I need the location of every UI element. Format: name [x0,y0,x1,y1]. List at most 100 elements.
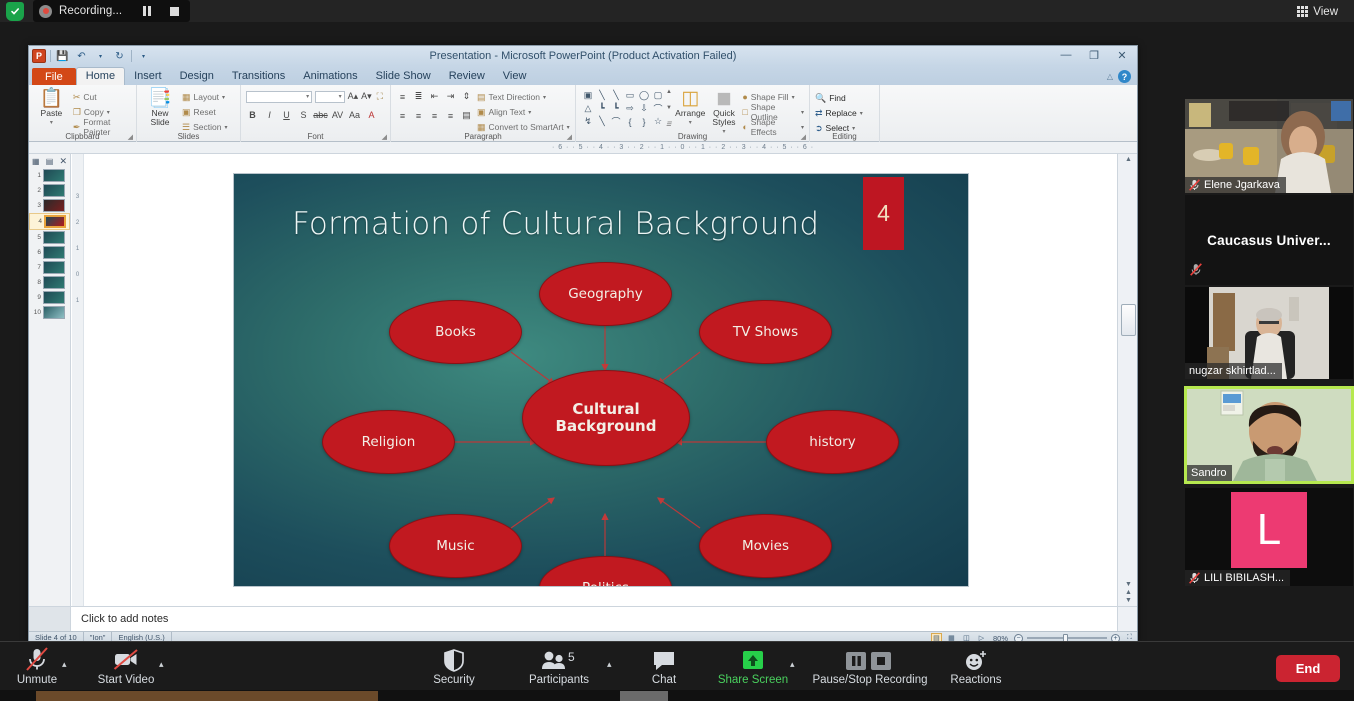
save-icon[interactable]: 💾 [55,49,70,64]
font-name-input[interactable]: ▾ [246,90,313,103]
slide-thumbnail-preview[interactable] [43,231,65,244]
tab-file[interactable]: File [32,68,76,85]
slides-tab-icon[interactable]: ▦ [32,157,40,166]
pause-stop-recording-button[interactable]: Pause/Stop Recording [806,646,934,686]
scrollbar-thumb[interactable] [1121,304,1136,336]
scroll-navigation-buttons[interactable]: ▼ ▲ ▼ [1125,581,1132,604]
diagram-node-books[interactable]: Books [389,300,522,364]
audio-options-chevron-icon[interactable]: ▴ [62,659,67,670]
change-case-button[interactable]: Aa [348,108,361,121]
slide-thumbnail-preview[interactable] [43,306,65,319]
strikethrough-button[interactable]: abc [313,108,328,121]
reset-button[interactable]: ▣ Reset [182,105,227,119]
chevron-down-icon[interactable]: ▾ [50,119,53,126]
align-left-button[interactable]: ≡ [396,109,409,122]
slides-thumbnail-pane[interactable]: ▦ ▤ ✕ 1 2 3 4 5 6 7 8 9 10 [29,154,71,606]
scroll-up-icon[interactable]: ▲ [666,89,672,95]
view-button[interactable]: View [1289,2,1346,21]
shape-tool-9[interactable]: ⇨ [623,102,637,115]
slide-thumbnail-preview[interactable] [44,215,66,228]
slide-thumbnail-8[interactable]: 8 [29,275,70,290]
help-icon[interactable]: ? [1118,70,1131,83]
diagram-node-music[interactable]: Music [389,514,522,578]
video-tile-3[interactable]: Sandro [1184,386,1354,484]
shape-tool-8[interactable]: ┗ [609,102,623,115]
taskbar-window-1[interactable] [36,691,378,701]
tab-slide-show[interactable]: Slide Show [367,68,440,85]
slide-thumbnail-9[interactable]: 9 [29,290,70,305]
decrease-indent-button[interactable]: ⇤ [428,90,441,103]
character-spacing-button[interactable]: AV [331,108,344,121]
shape-tool-14[interactable]: ⌒ [609,115,623,128]
tab-animations[interactable]: Animations [294,68,366,85]
shape-tool-10[interactable]: ⇩ [637,102,651,115]
security-button[interactable]: Security [417,646,491,686]
diagram-node-geography[interactable]: Geography [539,262,672,326]
slide-thumbnail-4[interactable]: 4 [29,213,70,230]
minimize-ribbon-icon[interactable]: △ [1107,72,1113,81]
close-button[interactable]: ✕ [1111,47,1133,63]
columns-button[interactable]: ▤ [460,109,473,122]
slide-thumbnail-10[interactable]: 10 [29,305,70,320]
decrease-font-size-button[interactable]: A▾ [361,90,372,103]
slide-thumbnail-preview[interactable] [43,261,65,274]
slide-thumbnail-list[interactable]: 1 2 3 4 5 6 7 8 9 10 [29,168,70,320]
slide-thumbnail-preview[interactable] [43,291,65,304]
chevron-down-icon[interactable]: ▾ [689,119,692,126]
end-meeting-button[interactable]: End [1276,655,1340,682]
align-right-button[interactable]: ≡ [428,109,441,122]
video-options-chevron-icon[interactable]: ▴ [159,659,164,670]
shape-tool-5[interactable]: ▢ [651,89,665,102]
diagram-node-tv-shows[interactable]: TV Shows [699,300,832,364]
tab-view[interactable]: View [494,68,536,85]
slide-thumbnail-preview[interactable] [43,246,65,259]
participants-options-chevron-icon[interactable]: ▴ [607,659,612,670]
scroll-down-icon[interactable]: ▼ [666,105,672,111]
font-color-button[interactable]: A [365,108,378,121]
shape-gallery-scroll[interactable]: ▲ ▼ ☰ [666,89,672,128]
undo-dropdown-icon[interactable]: ▾ [93,49,108,64]
bold-button[interactable]: B [246,108,259,121]
align-text-button[interactable]: ▣ Align Text ▾ [477,105,570,119]
chevron-down-icon[interactable]: ▾ [543,94,546,101]
chevron-down-icon[interactable]: ▾ [860,110,863,117]
slide-thumbnail-2[interactable]: 2 [29,183,70,198]
shape-tool-11[interactable]: ⌒ [651,102,665,115]
next-slide-icon[interactable]: ▼ [1125,597,1132,604]
find-button[interactable]: 🔍 Find [815,91,874,105]
font-dialog-launcher[interactable]: ◢ [382,133,387,141]
chevron-down-icon[interactable]: ▾ [222,94,225,101]
cut-button[interactable]: ✂ Cut [73,90,131,104]
shape-tool-16[interactable]: } [637,115,651,128]
shape-tool-3[interactable]: ▭ [623,89,637,102]
shape-tool-17[interactable]: ☆ [651,115,665,128]
notes-scrollbar[interactable] [1117,607,1137,632]
justify-button[interactable]: ≡ [444,109,457,122]
replace-button[interactable]: ⇄ Replace ▾ [815,106,874,120]
text-direction-button[interactable]: ▤ Text Direction ▾ [477,90,570,104]
tab-transitions[interactable]: Transitions [223,68,294,85]
drawing-dialog-launcher[interactable]: ◢ [801,133,806,141]
shadow-button[interactable]: S [297,108,310,121]
pause-recording-button[interactable] [137,0,157,22]
slide-thumbnail-preview[interactable] [43,169,65,182]
clear-formatting-icon[interactable]: ⛶ [375,90,385,103]
shape-tool-0[interactable]: ▣ [581,89,595,102]
slide-editing-stage[interactable]: Formation of Cultural Background 4 Geogr… [85,154,1117,606]
diagram-node-movies[interactable]: Movies [699,514,832,578]
customize-qat-icon[interactable]: ▾ [136,49,151,64]
undo-icon[interactable]: ↶ [74,49,89,64]
line-spacing-button[interactable]: ⇕ [460,90,473,103]
increase-font-size-button[interactable]: A▴ [348,90,359,103]
minimize-button[interactable]: — [1055,47,1077,63]
layout-button[interactable]: ▦ Layout ▾ [182,90,227,104]
slide-thumbnail-preview[interactable] [43,276,65,289]
diagram-node-religion[interactable]: Religion [322,410,455,474]
tab-home[interactable]: Home [75,67,126,85]
chat-button[interactable]: Chat [627,646,701,686]
video-tile-1[interactable]: Caucasus Univer... [1185,195,1353,285]
shape-tool-2[interactable]: ╲ [609,89,623,102]
slide-thumbnail-7[interactable]: 7 [29,260,70,275]
slide-thumbnail-preview[interactable] [43,199,65,212]
font-size-input[interactable]: ▾ [315,90,345,103]
